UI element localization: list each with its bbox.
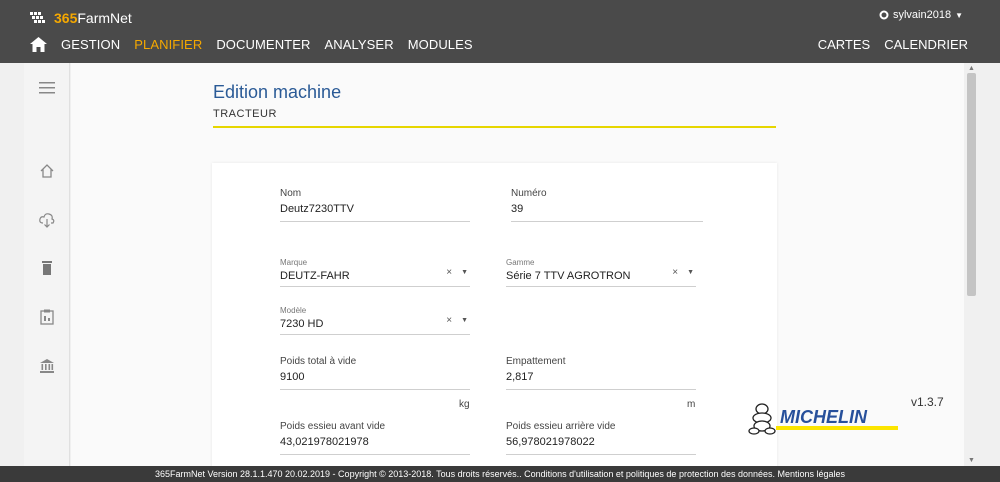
logo-number: 365 — [54, 10, 78, 26]
poids-avant-field[interactable]: Poids essieu avant vide 43,021978021978 — [280, 421, 470, 455]
footer-terms-link[interactable]: Conditions d'utilisation et politiques d… — [524, 469, 775, 479]
scrollbar-thumb[interactable] — [967, 73, 976, 296]
menu-icon[interactable] — [39, 80, 55, 96]
logo-icon — [30, 12, 45, 23]
poids-arriere-underline — [506, 454, 696, 455]
clipboard-icon[interactable] — [39, 309, 55, 325]
marque-underline — [280, 286, 470, 287]
nom-value: Deutz7230TTV — [280, 203, 354, 215]
marque-value: DEUTZ-FAHR — [280, 270, 350, 282]
nav-analyser[interactable]: ANALYSER — [324, 37, 393, 52]
nav-cartes[interactable]: CARTES — [818, 37, 871, 52]
footer-legal-link[interactable]: Mentions légales — [775, 469, 846, 479]
version-label: v1.3.7 — [911, 395, 944, 409]
app-logo[interactable]: 365 FarmNet — [28, 9, 132, 27]
poids-total-underline — [280, 389, 470, 390]
caret-down-icon: ▼ — [955, 10, 963, 20]
nav-modules[interactable]: MODULES — [408, 37, 473, 52]
home-icon[interactable] — [39, 163, 55, 179]
cloud-download-icon[interactable] — [39, 212, 55, 228]
modele-select[interactable]: Modèle 7230 HD × ▼ — [280, 306, 470, 335]
poids-total-value: 9100 — [280, 371, 305, 383]
gamme-underline — [506, 286, 696, 287]
poids-total-label: Poids total à vide — [280, 356, 357, 367]
nav-planifier[interactable]: PLANIFIER — [134, 37, 202, 52]
michelin-logo: MICHELIN — [748, 403, 898, 435]
main-nav: GESTION PLANIFIER DOCUMENTER ANALYSER MO… — [30, 37, 487, 52]
user-menu[interactable]: sylvain2018 ▼ — [879, 9, 963, 21]
gamme-value: Série 7 TTV AGROTRON — [506, 270, 631, 282]
nom-field[interactable]: Nom Deutz7230TTV — [280, 188, 470, 222]
gamme-select[interactable]: Gamme Série 7 TTV AGROTRON × ▼ — [506, 258, 696, 287]
scroll-down-icon[interactable]: ▼ — [968, 457, 975, 464]
title-underline — [213, 126, 776, 128]
gear-icon — [879, 10, 889, 20]
numero-field[interactable]: Numéro 39 — [511, 188, 703, 222]
poids-arriere-label: Poids essieu arrière vide — [506, 421, 616, 432]
modele-underline — [280, 334, 470, 335]
gamme-clear-icon[interactable]: × — [672, 267, 678, 278]
empattement-unit: m — [687, 399, 696, 410]
page-title: Edition machine — [213, 82, 342, 102]
poids-avant-underline — [280, 454, 470, 455]
logo-text: FarmNet — [77, 10, 132, 26]
nav-documenter[interactable]: DOCUMENTER — [216, 37, 310, 52]
marque-dropdown-icon[interactable]: ▼ — [461, 269, 468, 276]
marque-select[interactable]: Marque DEUTZ-FAHR × ▼ — [280, 258, 470, 287]
trash-icon[interactable] — [39, 260, 55, 276]
gamme-label: Gamme — [506, 258, 535, 267]
user-name: sylvain2018 — [892, 9, 952, 21]
poids-avant-value: 43,021978021978 — [280, 436, 369, 448]
bank-icon[interactable] — [39, 358, 55, 374]
scroll-up-icon[interactable]: ▲ — [968, 65, 975, 72]
poids-total-unit: kg — [459, 399, 470, 410]
empattement-label: Empattement — [506, 356, 566, 367]
modele-clear-icon[interactable]: × — [446, 315, 452, 326]
poids-avant-label: Poids essieu avant vide — [280, 421, 386, 432]
marque-clear-icon[interactable]: × — [446, 267, 452, 278]
poids-arriere-value: 56,978021978022 — [506, 436, 595, 448]
top-bar: 365 FarmNet sylvain2018 ▼ GESTION PLANIF… — [0, 0, 1000, 63]
home-icon[interactable] — [30, 37, 47, 52]
nom-label: Nom — [280, 188, 302, 199]
nom-underline — [280, 221, 470, 222]
nav-gestion[interactable]: GESTION — [61, 37, 120, 52]
michelin-text: MICHELIN — [780, 407, 868, 427]
vertical-scrollbar[interactable]: ▲ ▼ — [964, 63, 980, 466]
empattement-underline — [506, 389, 696, 390]
modele-label: Modèle — [280, 306, 307, 315]
nav-calendrier[interactable]: CALENDRIER — [884, 37, 968, 52]
sidebar — [24, 63, 70, 466]
numero-underline — [511, 221, 703, 222]
modele-dropdown-icon[interactable]: ▼ — [461, 317, 468, 324]
poids-total-field[interactable]: Poids total à vide 9100 — [280, 356, 470, 390]
footer: 365FarmNet Version 28.1.1.470 20.02.2019… — [0, 466, 1000, 482]
nav-right: CARTES CALENDRIER — [804, 37, 968, 52]
gamme-dropdown-icon[interactable]: ▼ — [687, 269, 694, 276]
numero-value: 39 — [511, 203, 524, 215]
marque-label: Marque — [280, 258, 308, 267]
poids-arriere-field[interactable]: Poids essieu arrière vide 56,97802197802… — [506, 421, 696, 455]
machine-form-card: Nom Deutz7230TTV Numéro 39 Marque DEUTZ-… — [212, 163, 777, 473]
empattement-field[interactable]: Empattement 2,817 — [506, 356, 696, 390]
empattement-value: 2,817 — [506, 371, 534, 383]
footer-copyright: 365FarmNet Version 28.1.1.470 20.02.2019… — [154, 469, 525, 479]
numero-label: Numéro — [511, 188, 547, 199]
bibendum-icon — [748, 403, 776, 435]
modele-value: 7230 HD — [280, 318, 324, 330]
page-subtitle: TRACTEUR — [213, 108, 277, 120]
